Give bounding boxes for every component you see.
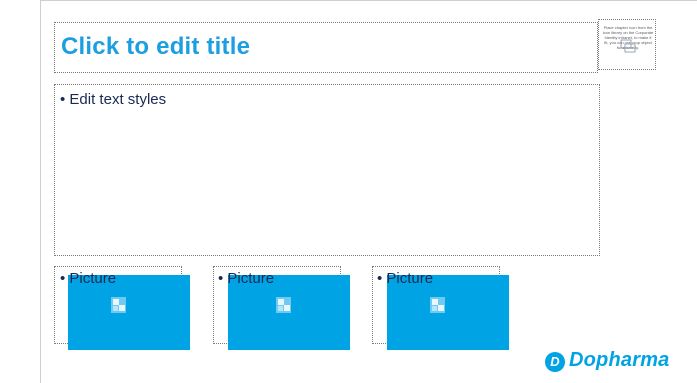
picture-icon[interactable] [276,297,291,313]
logo-mark-letter: D [550,354,560,369]
slide-left-edge [40,0,41,383]
slide-canvas: Click to edit title Place chapter icon f… [0,0,697,383]
logo-mark-icon: D [545,352,565,372]
picture-icon[interactable] [111,297,126,313]
picture-label-1: • Picture [60,270,117,287]
title-placeholder-text[interactable]: Click to edit title [61,33,250,61]
slide-top-edge [40,0,697,1]
body-placeholder-text[interactable]: • Edit text styles [60,91,166,108]
chapter-icon [620,39,636,53]
picture-label-2: • Picture [218,270,275,287]
picture-label-3: • Picture [377,270,434,287]
body-text-placeholder[interactable]: • Edit text styles [54,84,600,256]
chapter-icon-placeholder[interactable]: Place chapter icon from the icon library… [598,19,656,70]
title-placeholder[interactable]: Click to edit title [54,22,598,73]
logo-text: Dopharma [569,349,670,371]
picture-icon[interactable] [430,297,445,313]
